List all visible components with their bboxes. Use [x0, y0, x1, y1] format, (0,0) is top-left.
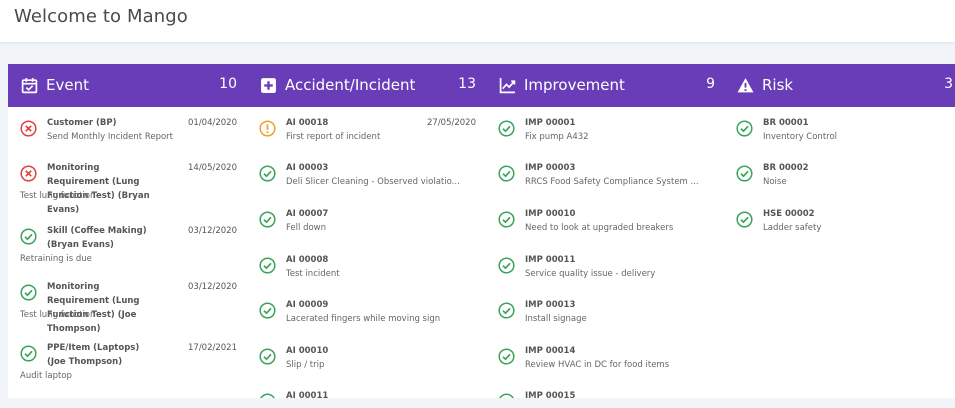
card-risk: Risk 3 BR 00001 Inventory Control BR 00002 No… [724, 64, 955, 398]
item-title: AI 00010 [286, 346, 329, 356]
card-title: Risk [762, 76, 794, 94]
card-event: Event 10 Customer (BP) 01/04/2020 Send Month… [8, 64, 247, 398]
item-title: AI 00008 [286, 255, 329, 265]
check-circle-icon [20, 284, 37, 301]
check-circle-icon [736, 165, 753, 182]
check-circle-icon [259, 211, 276, 228]
item-title: IMP 00011 [525, 255, 576, 265]
item-subtitle: Audit laptop [20, 371, 72, 381]
check-circle-icon [259, 165, 276, 182]
card-title: Accident/Incident [285, 76, 416, 94]
check-circle-icon [20, 345, 37, 362]
item-subtitle: Test incident [286, 269, 340, 279]
item-title: AI 00009 [286, 300, 329, 310]
item-title: IMP 00001 [525, 118, 576, 128]
check-circle-icon [498, 165, 515, 182]
check-circle-icon [498, 393, 515, 398]
item-subtitle: Service quality issue - delivery [525, 269, 656, 279]
check-circle-icon [736, 120, 753, 137]
item-title: IMP 00014 [525, 346, 576, 356]
check-circle-icon [736, 211, 753, 228]
item-subtitle: Deli Slicer Cleaning - Observed violatio… [286, 177, 460, 187]
item-title: IMP 00015 [525, 391, 576, 398]
card-header[interactable]: Accident/Incident 13 [247, 64, 486, 107]
item-subtitle: Noise [763, 177, 787, 187]
item-date: 03/12/2020 [188, 226, 237, 236]
item-subtitle: Send Monthly Incident Report [47, 132, 173, 142]
item-title: AI 00011 [286, 391, 329, 398]
card-accident-incident: Accident/Incident 13 AI 00018 27/05/2020 Fir… [247, 64, 486, 398]
check-circle-icon [259, 302, 276, 319]
item-title: AI 00007 [286, 209, 329, 219]
item-title: HSE 00002 [763, 209, 815, 219]
item-subtitle: Slip / trip [286, 360, 325, 370]
check-circle-icon [498, 302, 515, 319]
calendar-check-icon [21, 77, 38, 94]
item-date: 17/02/2021 [188, 343, 237, 353]
card-header[interactable]: Risk 3 [724, 64, 955, 107]
check-circle-icon [259, 257, 276, 274]
item-title: IMP 00010 [525, 209, 576, 219]
check-circle-icon [498, 120, 515, 137]
item-subtitle: Test lung function [20, 310, 96, 320]
line-chart-icon [499, 77, 516, 94]
item-subtitle: Lacerated fingers while moving sign [286, 314, 441, 324]
check-circle-icon [498, 257, 515, 274]
check-circle-icon [498, 348, 515, 365]
item-title: AI 00003 [286, 163, 329, 173]
item-subtitle: Review HVAC in DC for food items [525, 360, 670, 370]
card-title: Event [46, 76, 89, 94]
item-subtitle: Fell down [286, 223, 327, 233]
item-title: IMP 00003 [525, 163, 576, 173]
item-title: BR 00001 [763, 118, 809, 128]
check-circle-icon [20, 228, 37, 245]
card-title: Improvement [524, 76, 625, 94]
card-count: 13 [458, 76, 476, 92]
item-subtitle: First report of incident [286, 132, 381, 142]
card-header[interactable]: Improvement 9 [486, 64, 725, 107]
error-circle-icon [20, 165, 37, 182]
item-subtitle: Inventory Control [763, 132, 838, 142]
item-subtitle: RRCS Food Safety Compliance System ... [525, 177, 699, 187]
top-bar: Welcome to Mango [0, 0, 955, 42]
item-date: 14/05/2020 [188, 163, 237, 173]
item-title: PPE/Item (Laptops) (Joe Thompson) [47, 343, 140, 367]
card-count: 9 [706, 76, 715, 92]
item-title: IMP 00013 [525, 300, 576, 310]
item-subtitle: Fix pump A432 [525, 132, 589, 142]
warning-triangle-icon [737, 77, 754, 94]
error-circle-icon [20, 120, 37, 137]
item-subtitle: Need to look at upgraded breakers [525, 223, 674, 233]
item-subtitle: Retraining is due [20, 254, 92, 264]
card-count: 10 [219, 76, 237, 92]
check-circle-icon [259, 393, 276, 398]
item-title: Skill (Coffee Making) (Bryan Evans) [47, 226, 147, 250]
item-subtitle: Install signage [525, 314, 587, 324]
item-title: Customer (BP) [47, 118, 117, 128]
check-circle-icon [259, 348, 276, 365]
item-subtitle: Ladder safety [763, 223, 822, 233]
item-date: 27/05/2020 [427, 118, 476, 128]
item-title: BR 00002 [763, 163, 809, 173]
warning-circle-icon [259, 120, 276, 137]
item-date: 01/04/2020 [188, 118, 237, 128]
plus-square-icon [260, 77, 277, 94]
card-header[interactable]: Event 10 [8, 64, 247, 107]
item-title: AI 00018 [286, 118, 329, 128]
card-improvement: Improvement 9 IMP 00001 Fix pump A432 IMP 00… [486, 64, 725, 398]
item-subtitle: Test lung function [20, 191, 96, 201]
check-circle-icon [498, 211, 515, 228]
page-title: Welcome to Mango [14, 6, 188, 27]
item-date: 03/12/2020 [188, 282, 237, 292]
card-count: 3 [944, 76, 953, 92]
